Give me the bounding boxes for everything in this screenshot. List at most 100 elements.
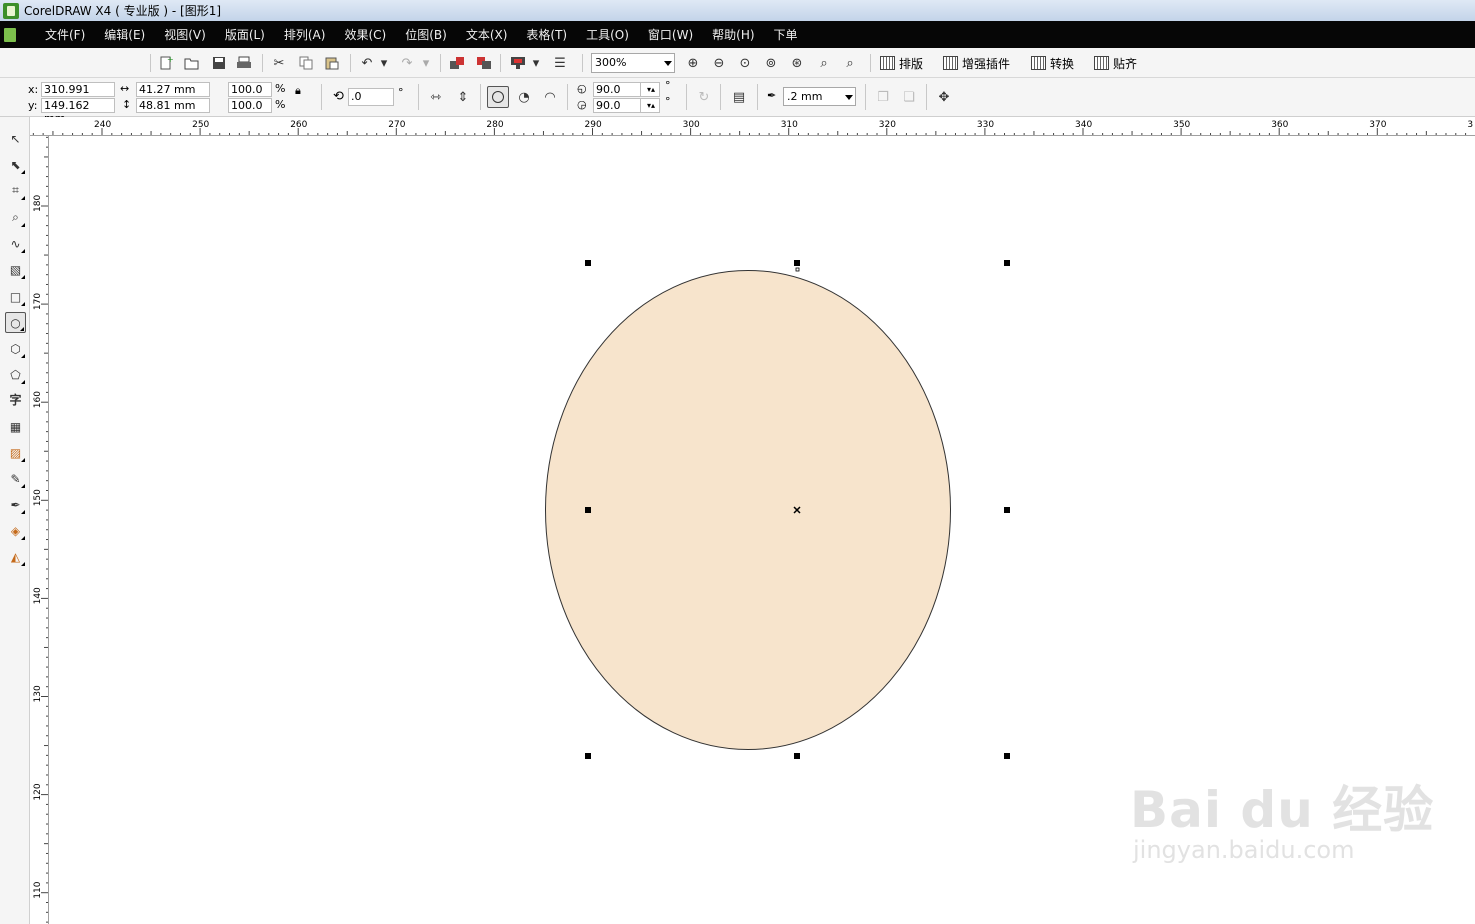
to-back-icon[interactable]: ❏ <box>899 87 919 107</box>
horizontal-ruler[interactable]: 240 250 260 270 280 290 300 310 320 330 340 350 360 3… <box>30 117 1475 136</box>
zoom-in-icon[interactable]: ⊕ <box>683 53 703 73</box>
zoom-out-icon[interactable]: ⊖ <box>709 53 729 73</box>
menu-layout[interactable]: 版面(L) <box>216 26 275 43</box>
table-tool-icon[interactable]: ▦ <box>5 416 26 437</box>
change-direction-icon[interactable]: ↻ <box>694 87 714 107</box>
handle-middle-right[interactable] <box>1004 507 1010 513</box>
zoom-to-selected-icon[interactable]: ⊙ <box>735 53 755 73</box>
menu-order[interactable]: 下单 <box>765 26 808 43</box>
menu-arrange[interactable]: 排列(A) <box>275 26 336 43</box>
end-angle-spinner[interactable]: ▾▴ <box>640 98 660 113</box>
smart-fill-tool-icon[interactable]: ▧ <box>5 259 26 280</box>
selected-ellipse[interactable] <box>545 270 951 750</box>
outline-width-select[interactable]: .2 mm <box>783 87 856 106</box>
ruler-label: 110 <box>33 881 43 898</box>
y-position-field[interactable]: 149.162 mm <box>41 98 115 125</box>
width-field[interactable]: 41.27 mm <box>136 82 210 97</box>
menu-view[interactable]: 视图(V) <box>155 26 216 43</box>
plugin-snap-button[interactable]: 贴齐 <box>1094 52 1137 74</box>
ellipse-node[interactable] <box>795 267 800 272</box>
plugin-layout-label: 排版 <box>899 56 924 71</box>
handle-top-left[interactable] <box>585 260 591 266</box>
menu-effects[interactable]: 效果(C) <box>335 26 396 43</box>
lock-ratio-icon[interactable]: 🔒︎ <box>295 84 301 98</box>
interactive-fill-tool-icon[interactable]: ◭ <box>5 546 26 567</box>
welcome-screen-icon[interactable]: ☰ <box>550 53 570 73</box>
enhance-plugin-icon <box>943 56 958 70</box>
freehand-tool-icon[interactable]: ∿ <box>5 233 26 254</box>
zoom-to-page-icon[interactable]: ⊛ <box>787 53 807 73</box>
text-tool-icon[interactable]: 字 <box>5 389 26 410</box>
scale-height-field[interactable]: 100.0 <box>228 98 272 113</box>
handle-bottom-left[interactable] <box>585 753 591 759</box>
polygon-tool-icon[interactable]: ⬡ <box>5 338 26 359</box>
start-angle-spinner[interactable]: ▾▴ <box>640 82 660 97</box>
redo-icon[interactable]: ↷ <box>397 53 417 73</box>
application-launcher-icon[interactable] <box>508 53 528 73</box>
menu-bitmaps[interactable]: 位图(B) <box>396 26 457 43</box>
menu-help[interactable]: 帮助(H) <box>703 26 764 43</box>
undo-dropdown-icon[interactable]: ▾ <box>378 53 390 73</box>
zoom-tool-icon[interactable]: ⌕ <box>5 207 26 228</box>
ellipse-tool-icon[interactable]: ○ <box>5 312 26 333</box>
menu-file[interactable]: 文件(F) <box>36 26 95 43</box>
to-front-icon[interactable]: ❐ <box>873 87 893 107</box>
menu-tools[interactable]: 工具(O) <box>577 26 639 43</box>
scale-width-field[interactable]: 100.0 <box>228 82 272 97</box>
interactive-blend-tool-icon[interactable]: ▨ <box>5 442 26 463</box>
plugin-layout-button[interactable]: 排版 <box>880 52 923 74</box>
export-icon[interactable] <box>474 53 494 73</box>
plugin-convert-button[interactable]: 转换 <box>1031 52 1074 74</box>
fill-tool-icon[interactable]: ◈ <box>5 520 26 541</box>
zoom-to-all-objects-icon[interactable]: ⊚ <box>761 53 781 73</box>
open-icon[interactable] <box>182 53 202 73</box>
handle-top-right[interactable] <box>1004 260 1010 266</box>
zoom-level-select[interactable]: 300% <box>591 53 675 73</box>
ruler-label: 150 <box>33 489 43 506</box>
plugin-enhance-button[interactable]: 增强插件 <box>943 52 1010 74</box>
convert-plugin-icon <box>1031 56 1046 70</box>
end-angle-field[interactable]: 90.0 <box>593 98 641 113</box>
undo-icon[interactable]: ↶ <box>357 53 377 73</box>
rotation-angle-field[interactable]: .0 <box>348 88 394 106</box>
menu-table[interactable]: 表格(T) <box>517 26 577 43</box>
height-field[interactable]: 48.81 mm <box>136 98 210 113</box>
rectangle-tool-icon[interactable]: □ <box>5 286 26 307</box>
eyedropper-tool-icon[interactable]: ✎ <box>5 468 26 489</box>
start-angle-field[interactable]: 90.0 <box>593 82 641 97</box>
pie-mode-icon[interactable]: ◔ <box>514 87 534 107</box>
pick-tool-icon[interactable]: ↖ <box>5 128 26 149</box>
new-document-icon[interactable]: + <box>156 53 176 73</box>
menu-text[interactable]: 文本(X) <box>457 26 518 43</box>
mirror-horizontal-icon[interactable]: ⇿ <box>426 87 446 107</box>
zoom-to-page-width-icon[interactable]: ⌕ <box>814 53 834 73</box>
shape-tool-icon[interactable]: ⬉ <box>5 154 26 175</box>
menu-edit[interactable]: 编辑(E) <box>95 26 155 43</box>
toolbar-separator <box>350 54 351 72</box>
crop-tool-icon[interactable]: ⌗ <box>5 180 26 201</box>
convert-to-curves-icon[interactable]: ✥ <box>934 87 954 107</box>
wrap-text-icon[interactable]: ▤ <box>729 87 749 107</box>
x-position-field[interactable]: 310.991 mm <box>41 82 115 109</box>
handle-top-center[interactable] <box>794 260 800 266</box>
save-icon[interactable] <box>209 53 229 73</box>
mirror-vertical-icon[interactable]: ⇕ <box>453 87 473 107</box>
redo-dropdown-icon[interactable]: ▾ <box>420 53 432 73</box>
outline-tool-icon[interactable]: ✒ <box>5 494 26 515</box>
basic-shapes-tool-icon[interactable]: ⬠ <box>5 364 26 385</box>
ellipse-mode-button[interactable] <box>487 86 509 108</box>
import-icon[interactable] <box>447 53 467 73</box>
copy-icon[interactable] <box>296 53 316 73</box>
paste-icon[interactable] <box>322 53 342 73</box>
cut-icon[interactable]: ✂ <box>269 53 289 73</box>
document-icon[interactable] <box>4 27 16 42</box>
handle-bottom-right[interactable] <box>1004 753 1010 759</box>
menu-window[interactable]: 窗口(W) <box>639 26 703 43</box>
zoom-to-page-height-icon[interactable]: ⌕ <box>840 53 860 73</box>
print-icon[interactable] <box>234 53 254 73</box>
vertical-ruler[interactable]: 180 170 160 150 140 130 120 110 <box>30 136 49 924</box>
handle-middle-left[interactable] <box>585 507 591 513</box>
arc-mode-icon[interactable]: ◠ <box>540 87 560 107</box>
launcher-dropdown-icon[interactable]: ▾ <box>530 53 542 73</box>
handle-bottom-center[interactable] <box>794 753 800 759</box>
